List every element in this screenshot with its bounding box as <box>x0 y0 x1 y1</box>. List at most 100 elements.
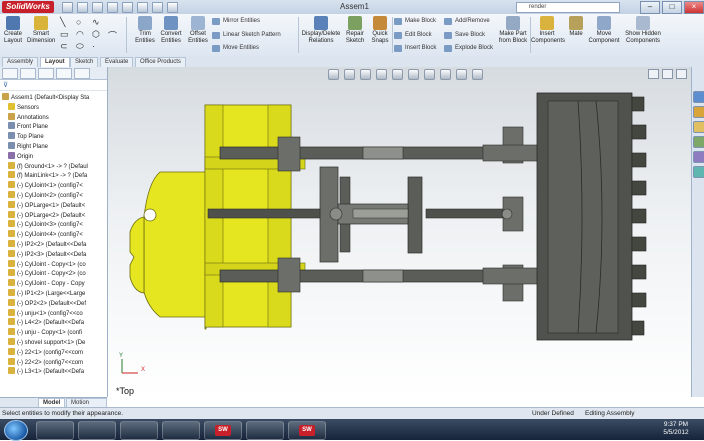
move-component-button[interactable]: Move Component <box>588 16 620 44</box>
tree-item[interactable]: (-) IP1<2> (Large<<Large <box>0 288 107 299</box>
undo-icon[interactable] <box>122 2 133 13</box>
tab-evaluate[interactable]: Evaluate <box>100 57 134 67</box>
insert-block-button[interactable]: Insert Block <box>394 44 436 53</box>
spline-icon[interactable]: ∿ <box>92 17 100 28</box>
tree-item[interactable]: (f) MainLink<1> -> ? (Defa <box>0 171 107 181</box>
start-button[interactable] <box>4 420 28 441</box>
tree-item[interactable]: Origin <box>0 151 107 162</box>
slot-icon[interactable]: ⊂ <box>60 41 68 52</box>
tree-item[interactable]: (-) CylJoint<4> (config7< <box>0 230 107 240</box>
tab-office-products[interactable]: Office Products <box>135 57 186 67</box>
move-entities-button[interactable]: Move Entities <box>212 44 259 53</box>
resources-icon[interactable] <box>693 91 704 103</box>
tree-item[interactable]: (-) OP2<2> (Default<<Def <box>0 298 107 309</box>
mate-button[interactable]: Mate <box>566 16 586 38</box>
dimxpert-tab-icon[interactable] <box>56 68 72 79</box>
tab-sketch[interactable]: Sketch <box>70 57 99 67</box>
add-remove-button[interactable]: Add/Remove <box>444 17 490 26</box>
show-hidden-components-button[interactable]: Show Hidden Components <box>624 16 662 44</box>
make-part-from-block-button[interactable]: Make Part from Block <box>498 16 528 44</box>
edit-block-button[interactable]: Edit Block <box>394 31 432 40</box>
solidworks-logo[interactable]: SolidWorks <box>2 1 54 13</box>
tree-root-assembly[interactable]: Assem1 (Default<Display Sta <box>0 93 107 103</box>
ellipse-icon[interactable]: ⬭ <box>76 41 84 52</box>
line-icon[interactable]: ╲ <box>60 17 65 28</box>
taskbar-chrome-button[interactable] <box>162 421 200 440</box>
fillet-icon[interactable]: ⌒ <box>108 29 117 42</box>
maximize-button[interactable]: □ <box>662 1 682 14</box>
tree-item[interactable]: (-) shovel support<1> (De <box>0 337 107 348</box>
taskbar-solidworks-button[interactable] <box>204 421 242 440</box>
select-icon[interactable] <box>137 2 148 13</box>
display-delete-relations-button[interactable]: Display/Delete Relations <box>301 16 341 44</box>
tree-item[interactable]: (-) unju - Copy<1> (confi <box>0 328 107 338</box>
tree-item[interactable]: Top Plane <box>0 132 107 142</box>
feature-tree-tab-icon[interactable] <box>2 68 18 79</box>
repair-sketch-button[interactable]: Repair Sketch <box>343 16 367 44</box>
close-button[interactable]: × <box>684 1 704 14</box>
options-icon[interactable] <box>167 2 178 13</box>
custom-properties-icon[interactable] <box>693 166 704 178</box>
rectangle-icon[interactable]: ▭ <box>60 29 69 40</box>
circle-icon[interactable]: ○ <box>76 17 81 27</box>
tree-item[interactable]: Sensors <box>0 102 107 113</box>
insert-components-button[interactable]: Insert Components <box>531 16 565 44</box>
appearances-icon[interactable] <box>693 151 704 163</box>
design-library-icon[interactable] <box>693 106 704 118</box>
save-block-button[interactable]: Save Block <box>444 31 485 40</box>
excavator-assembly-model[interactable]: Y X *Top <box>108 67 691 397</box>
rebuild-icon[interactable] <box>152 2 163 13</box>
quick-snaps-button[interactable]: Quick Snaps <box>369 16 391 44</box>
point-icon[interactable]: · <box>92 41 95 51</box>
save-icon[interactable] <box>92 2 103 13</box>
new-icon[interactable] <box>62 2 73 13</box>
configuration-tab-icon[interactable] <box>38 68 54 79</box>
tree-item[interactable]: (-) IP2<2> (Default<<Defa <box>0 239 107 250</box>
linear-sketch-pattern-button[interactable]: Linear Sketch Pattern <box>212 31 281 40</box>
convert-entities-button[interactable]: Convert Entities <box>157 16 185 44</box>
taskbar-app-button[interactable] <box>246 421 284 440</box>
tree-item[interactable]: (-) unju<1> (config7<<co <box>0 308 107 319</box>
mirror-entities-button[interactable]: Mirror Entities <box>212 17 260 26</box>
tree-filter-row[interactable]: ⊽ <box>0 80 107 91</box>
create-layout-button[interactable]: Create Layout <box>2 16 24 44</box>
tab-layout[interactable]: Layout <box>40 57 70 67</box>
tree-item[interactable]: (f) Ground<1> -> ? (Defaul <box>0 161 107 172</box>
view-palette-icon[interactable] <box>693 136 704 148</box>
smart-dimension-button[interactable]: Smart Dimension <box>27 16 55 44</box>
display-tab-icon[interactable] <box>74 68 90 79</box>
tree-item[interactable]: Annotations <box>0 112 107 123</box>
tab-assembly[interactable]: Assembly <box>2 57 39 67</box>
graphics-viewport[interactable]: Y X *Top <box>108 67 691 397</box>
system-clock[interactable]: 9:37 PM 5/5/2012 <box>652 421 700 437</box>
offset-entities-button[interactable]: Offset Entities <box>184 16 212 44</box>
tree-item[interactable]: (-) CylJoint<1> (config7< <box>0 181 107 191</box>
arc-icon[interactable]: ◠ <box>76 29 84 40</box>
property-tab-icon[interactable] <box>20 68 36 79</box>
search-input[interactable]: render <box>516 2 620 13</box>
taskbar-solidworks-button-2[interactable] <box>288 421 326 440</box>
explode-block-button[interactable]: Explode Block <box>444 44 493 53</box>
tree-item[interactable]: (-) L4<2> (Default<<Defa <box>0 318 107 328</box>
tree-item[interactable]: (-) 22<2> (config7<<com <box>0 357 107 368</box>
taskbar-media-button[interactable] <box>120 421 158 440</box>
file-explorer-icon[interactable] <box>693 121 704 133</box>
tree-item[interactable]: (-) CylJoint - Copy - Copy <box>0 279 107 289</box>
taskbar-explorer-button[interactable] <box>78 421 116 440</box>
tree-item[interactable]: (-) L3<1> (Default<<Defa <box>0 367 107 377</box>
make-block-button[interactable]: Make Block <box>394 17 436 26</box>
trim-entities-button[interactable]: Trim Entities <box>131 16 159 44</box>
tree-item[interactable]: (-) CylJoint - Copy<2> (co <box>0 269 107 279</box>
tree-item[interactable]: (-) CylJoint - Copy<1> (co <box>0 259 107 270</box>
shovel-bucket[interactable] <box>536 92 647 341</box>
tree-item[interactable]: Right Plane <box>0 141 107 152</box>
tree-item[interactable]: Front Plane <box>0 122 107 132</box>
tree-item[interactable]: (-) CylJoint<2> (config7< <box>0 190 107 201</box>
tree-item[interactable]: (-) IP2<3> (Default<<Defa <box>0 249 107 260</box>
tree-item[interactable]: (-) OPLarge<2> (Default< <box>0 210 107 221</box>
open-icon[interactable] <box>77 2 88 13</box>
print-icon[interactable] <box>107 2 118 13</box>
tree-item[interactable]: (-) 22<1> (config7<<com <box>0 347 107 358</box>
tree-item[interactable]: (-) OPLarge<1> (Default< <box>0 200 107 211</box>
minimize-button[interactable]: – <box>640 1 660 14</box>
